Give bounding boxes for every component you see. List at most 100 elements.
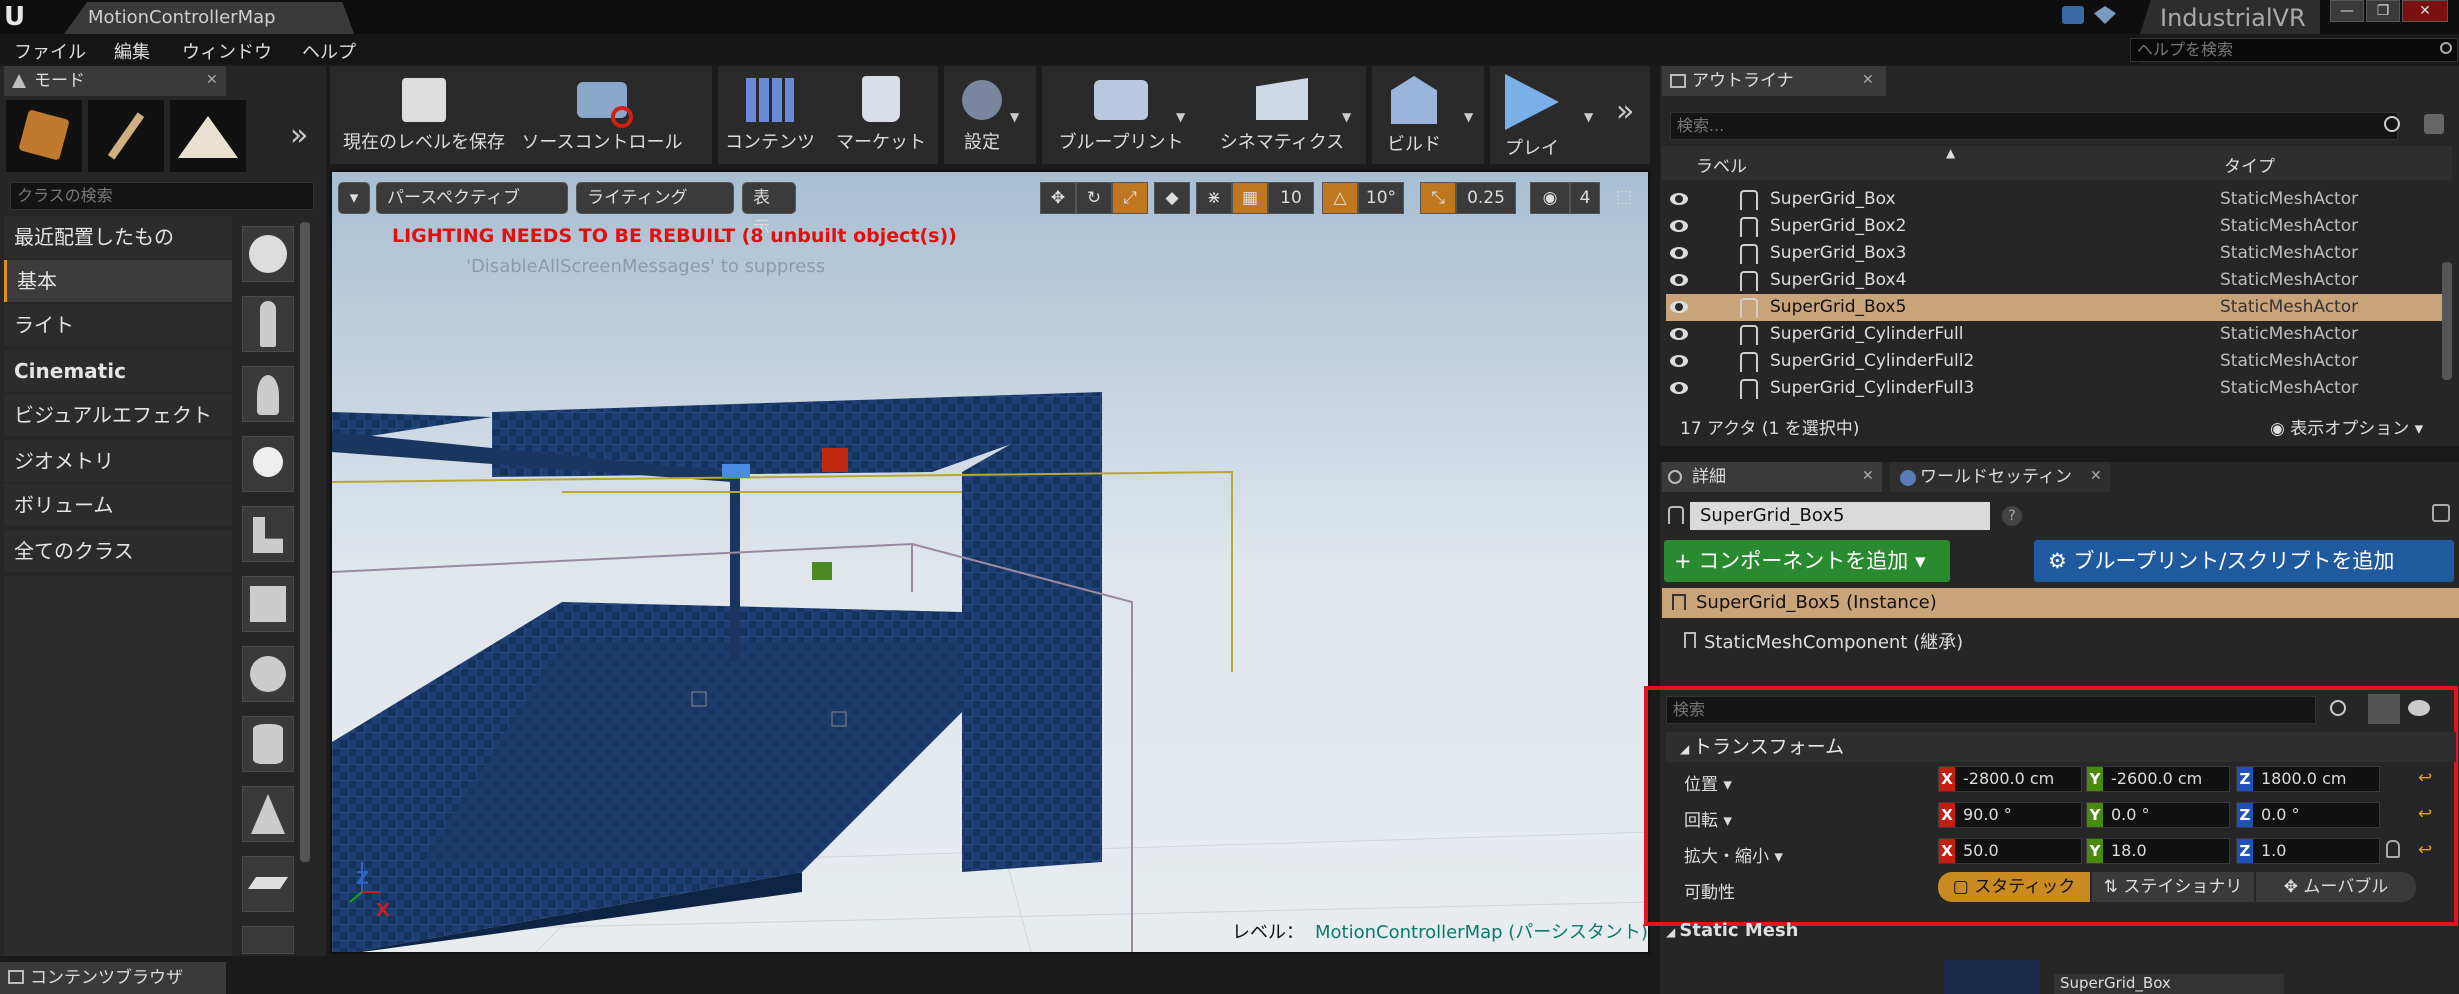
category-lights[interactable]: ライト (4, 304, 232, 346)
reset-location-icon[interactable]: ↩ (2418, 768, 2432, 788)
visibility-eye-icon[interactable] (1670, 355, 1688, 367)
outliner-row[interactable]: SuperGrid_Box2 StaticMeshActor (1666, 213, 2442, 240)
location-label[interactable]: 位置 ▾ (1684, 770, 1732, 795)
maximize-button[interactable]: ❐ (2366, 0, 2400, 22)
visibility-eye-icon[interactable] (1670, 382, 1688, 394)
box-trigger-icon[interactable] (242, 926, 294, 954)
rotation-z-field[interactable]: Z 0.0 ° (2236, 802, 2380, 828)
visibility-eye-icon[interactable] (1670, 274, 1688, 286)
modes-scrollbar[interactable] (300, 222, 310, 862)
static-mesh-dropdown[interactable]: SuperGrid_Box (2054, 974, 2284, 994)
mobility-static-button[interactable]: ▢ スタティック (1938, 872, 2090, 902)
close-world-settings-icon[interactable]: ✕ (2090, 468, 2102, 484)
visibility-eye-icon[interactable] (1670, 220, 1688, 232)
play-dropdown-icon[interactable]: ▼ (1584, 110, 1593, 124)
mobility-movable-button[interactable]: ✥ ムーバブル (2256, 872, 2416, 902)
content-browser-tab[interactable]: コンテンツブラウザ (0, 962, 226, 994)
cylinder-icon[interactable] (242, 716, 294, 772)
maximize-viewport-icon[interactable]: ⬚ (1610, 182, 1638, 214)
scale-x-field[interactable]: X 50.0 (1938, 838, 2082, 864)
scale-snap-value[interactable]: 0.25 (1456, 182, 1516, 214)
reset-rotation-icon[interactable]: ↩ (2418, 804, 2432, 824)
settings-dropdown-icon[interactable]: ▼ (1010, 110, 1019, 124)
rotation-snap-icon[interactable]: △ (1322, 182, 1358, 214)
source-control-button[interactable]: ソースコントロール (512, 66, 692, 164)
location-y-field[interactable]: Y -2600.0 cm (2086, 766, 2230, 792)
perspective-button[interactable]: パースペクティブ (376, 182, 568, 214)
level-tab[interactable]: MotionControllerMap (64, 2, 354, 34)
outliner-row[interactable]: SuperGrid_CylinderFull2 StaticMeshActor (1666, 348, 2442, 375)
player-start-icon[interactable] (242, 296, 294, 352)
minimize-button[interactable]: — (2330, 0, 2364, 22)
grid-snap-value[interactable]: 10 (1268, 182, 1314, 214)
trigger-icon[interactable] (242, 506, 294, 562)
outliner-row[interactable]: SuperGrid_Box5 StaticMeshActor (1666, 294, 2442, 321)
world-local-icon[interactable]: ◆ (1154, 182, 1190, 214)
world-settings-tab[interactable]: ワールドセッティン (1890, 462, 2110, 492)
menu-help[interactable]: ヘルプ (302, 38, 356, 64)
pawn-icon[interactable] (242, 366, 294, 422)
cone-icon[interactable] (242, 786, 294, 842)
camera-speed-value[interactable]: 4 (1570, 182, 1600, 214)
add-filter-icon[interactable] (2424, 114, 2444, 134)
visibility-eye-icon[interactable] (1670, 193, 1688, 205)
paint-mode-button[interactable] (88, 100, 164, 172)
category-geometry[interactable]: ジオメトリ (4, 440, 232, 482)
outliner-row[interactable]: SuperGrid_Box3 StaticMeshActor (1666, 240, 2442, 267)
menu-edit[interactable]: 編集 (114, 38, 150, 64)
grid-snap-icon[interactable]: ▦ (1232, 182, 1268, 214)
location-z-field[interactable]: Z 1800.0 cm (2236, 766, 2380, 792)
place-mode-button[interactable] (6, 100, 82, 172)
outliner-row[interactable]: SuperGrid_CylinderFull3 StaticMeshActor (1666, 375, 2442, 402)
label-column-header[interactable]: ラベル (1696, 152, 1747, 177)
rotation-x-field[interactable]: X 90.0 ° (1938, 802, 2082, 828)
settings-button[interactable]: 設定 (946, 66, 1018, 164)
outliner-row[interactable]: SuperGrid_Box4 StaticMeshActor (1666, 267, 2442, 294)
view-options-button[interactable]: ◉ 表示オプション ▾ (2270, 414, 2423, 439)
visibility-filter-icon[interactable] (2408, 700, 2430, 716)
visibility-eye-icon[interactable] (1670, 301, 1688, 313)
landscape-mode-button[interactable] (170, 100, 246, 172)
level-viewport[interactable] (330, 170, 1650, 954)
rotation-label[interactable]: 回転 ▾ (1684, 806, 1732, 831)
outliner-row[interactable]: SuperGrid_CylinderFull StaticMeshActor (1666, 321, 2442, 348)
category-all-classes[interactable]: 全てのクラス (4, 530, 232, 572)
scale-lock-icon[interactable] (2386, 840, 2400, 858)
sphere-shape-icon[interactable] (242, 226, 294, 282)
cinematics-button[interactable]: シネマティクス (1206, 66, 1358, 164)
scale-z-field[interactable]: Z 1.0 (2236, 838, 2380, 864)
outliner-tab[interactable]: アウトライナ (1662, 66, 1886, 96)
close-details-icon[interactable]: ✕ (1862, 468, 1874, 484)
feedback-icon[interactable] (2062, 6, 2084, 24)
viewport-options-button[interactable]: ▾ (338, 182, 370, 214)
build-dropdown-icon[interactable]: ▼ (1464, 110, 1473, 124)
actor-name-field[interactable]: SuperGrid_Box5 (1690, 502, 1990, 530)
static-mesh-thumbnail[interactable] (1944, 960, 2040, 994)
content-button[interactable]: コンテンツ (722, 66, 818, 164)
cinematics-dropdown-icon[interactable]: ▼ (1342, 110, 1351, 124)
help-icon[interactable]: ? (2002, 506, 2022, 526)
outliner-search-input[interactable]: 検索... (1670, 112, 2398, 140)
toolbar-expand[interactable]: » (1616, 94, 1634, 129)
blueprints-dropdown-icon[interactable]: ▼ (1176, 110, 1185, 124)
translate-tool-icon[interactable]: ✥ (1040, 182, 1076, 214)
play-button[interactable]: プレイ (1492, 66, 1572, 164)
reset-scale-icon[interactable]: ↩ (2418, 840, 2432, 860)
type-column-header[interactable]: タイプ (2224, 152, 2275, 177)
point-light-icon[interactable] (242, 436, 294, 492)
static-mesh-component-row[interactable]: StaticMeshComponent (継承) (1682, 628, 1963, 654)
outliner-scrollbar[interactable] (2442, 262, 2452, 380)
outliner-row[interactable]: SuperGrid_Box StaticMeshActor (1666, 186, 2442, 213)
location-x-field[interactable]: X -2800.0 cm (1938, 766, 2082, 792)
menu-file[interactable]: ファイル (14, 38, 86, 64)
scale-y-field[interactable]: Y 18.0 (2086, 838, 2230, 864)
property-matrix-icon[interactable] (2368, 694, 2400, 724)
close-outliner-icon[interactable]: ✕ (1862, 72, 1874, 88)
add-component-button[interactable]: + コンポーネントを追加 ▾ (1664, 540, 1950, 582)
add-blueprint-script-button[interactable]: ⚙ ブループリント/スクリプトを追加 (2034, 540, 2454, 582)
instance-component-row[interactable]: SuperGrid_Box5 (Instance) (1662, 588, 2459, 618)
modes-expand[interactable]: » (290, 118, 308, 153)
mobility-stationary-button[interactable]: ⇅ ステイショナリ (2092, 872, 2254, 902)
visibility-eye-icon[interactable] (1670, 247, 1688, 259)
category-basic[interactable]: 基本 (4, 260, 232, 302)
